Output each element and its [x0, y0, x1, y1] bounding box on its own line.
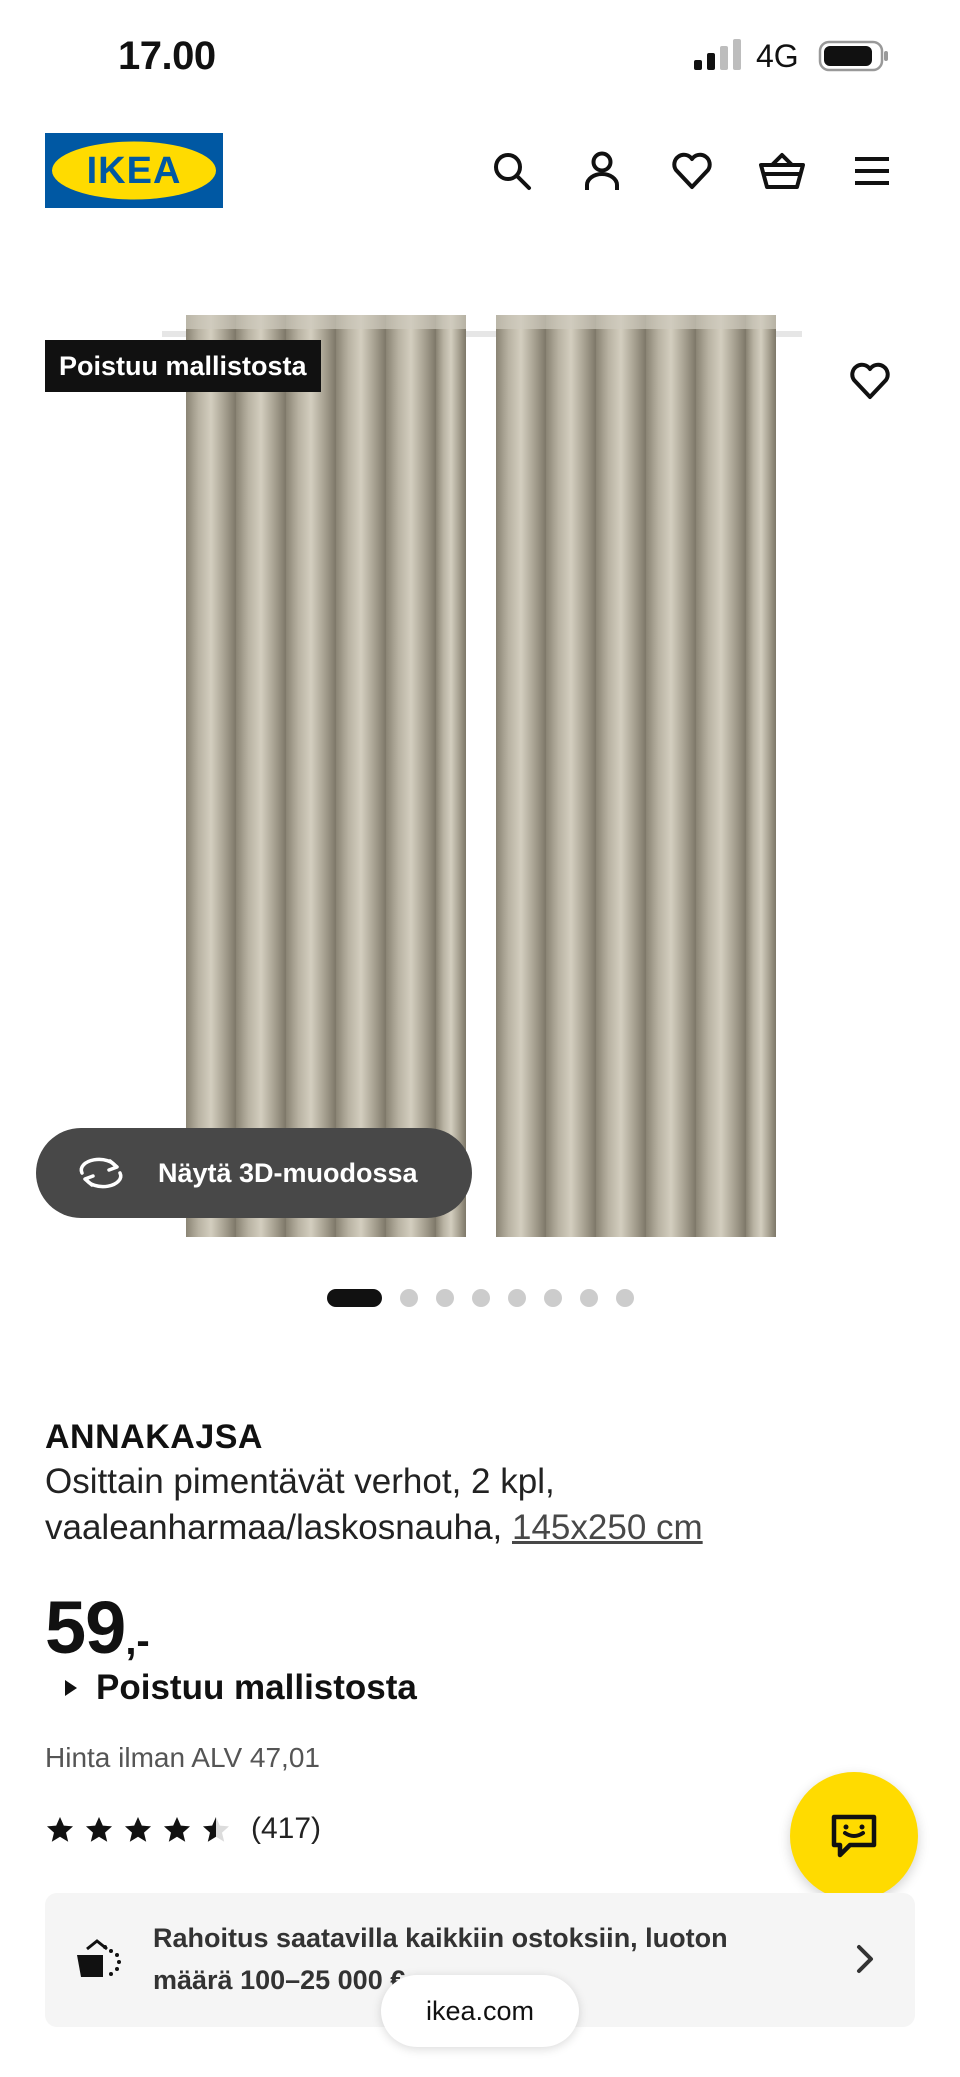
star-full-icon: [47, 1816, 73, 1842]
price-suffix: ,-: [125, 1619, 150, 1663]
carousel-dots: [0, 1288, 960, 1308]
svg-text:IKEA: IKEA: [87, 150, 182, 192]
status-bar: 17.00 4G: [0, 0, 960, 115]
product-price: 59 ,-: [45, 1585, 150, 1665]
basket-icon: [759, 153, 805, 189]
view-3d-button[interactable]: Näytä 3D-muodossa: [36, 1128, 472, 1218]
left-curtain-panel: [186, 315, 466, 1237]
carousel-dot[interactable]: [580, 1289, 598, 1307]
chat-icon: [831, 1814, 877, 1858]
menu-button[interactable]: [846, 145, 898, 197]
star-half-icon: [203, 1816, 229, 1842]
product-description: Osittain pimentävät verhot, 2 kpl, vaale…: [45, 1459, 915, 1551]
financing-icon: [77, 1939, 121, 1977]
view-3d-label: Näytä 3D-muodossa: [158, 1157, 418, 1188]
ikea-logo[interactable]: IKEA: [45, 133, 223, 208]
search-button[interactable]: [486, 145, 538, 197]
review-count: (417): [251, 1812, 322, 1845]
heart-icon: [672, 152, 712, 189]
carousel-dot[interactable]: [508, 1289, 526, 1307]
browser-url-bar[interactable]: ikea.com: [381, 1975, 579, 2047]
product-info: ANNAKAJSA Osittain pimentävät verhot, 2 …: [45, 1415, 915, 1551]
product-status-toggle[interactable]: Poistuu mallistosta: [64, 1668, 417, 1708]
product-rating[interactable]: (417): [45, 1812, 321, 1846]
rating-stars: [45, 1815, 231, 1844]
site-header: IKEA: [0, 115, 960, 235]
cellular-signal-icon: [694, 39, 741, 70]
carousel-dot[interactable]: [616, 1289, 634, 1307]
favourites-button[interactable]: [666, 145, 718, 197]
star-full-icon: [86, 1816, 112, 1842]
price-excluding-vat: Hinta ilman ALV 47,01: [45, 1742, 320, 1773]
heart-icon: [850, 362, 890, 399]
add-to-favourites-button[interactable]: [826, 337, 914, 425]
curtain-image: [162, 315, 802, 1237]
product-size-link[interactable]: 145x250 cm: [512, 1508, 703, 1547]
search-icon: [494, 153, 531, 190]
price-value: 59: [45, 1586, 126, 1669]
account-button[interactable]: [576, 145, 628, 197]
network-label: 4G: [756, 38, 799, 74]
star-full-icon: [164, 1816, 190, 1842]
right-curtain-panel: [496, 315, 776, 1237]
star-full-icon: [125, 1816, 151, 1842]
account-icon: [585, 151, 619, 190]
product-image-gallery[interactable]: Poistuu mallistosta Näytä 3D-muodossa: [0, 275, 960, 1237]
carousel-dot[interactable]: [472, 1289, 490, 1307]
discontinued-badge: Poistuu mallistosta: [45, 340, 321, 392]
battery-icon: [818, 40, 888, 72]
status-time: 17.00: [118, 34, 216, 78]
carousel-dot[interactable]: [436, 1289, 454, 1307]
product-name: ANNAKAJSA: [45, 1418, 263, 1456]
product-description-text: Osittain pimentävät verhot, 2 kpl, vaale…: [45, 1462, 555, 1547]
menu-icon: [855, 157, 889, 185]
basket-button[interactable]: [756, 145, 808, 197]
carousel-dot[interactable]: [400, 1289, 418, 1307]
caret-right-icon: [65, 1680, 77, 1696]
carousel-dot-active[interactable]: [327, 1289, 382, 1307]
chat-button[interactable]: [790, 1772, 918, 1900]
chevron-right-icon: [857, 1945, 873, 1973]
carousel-dot[interactable]: [544, 1289, 562, 1307]
product-status-label: Poistuu mallistosta: [96, 1668, 417, 1707]
rotate-3d-icon: [76, 1153, 126, 1193]
